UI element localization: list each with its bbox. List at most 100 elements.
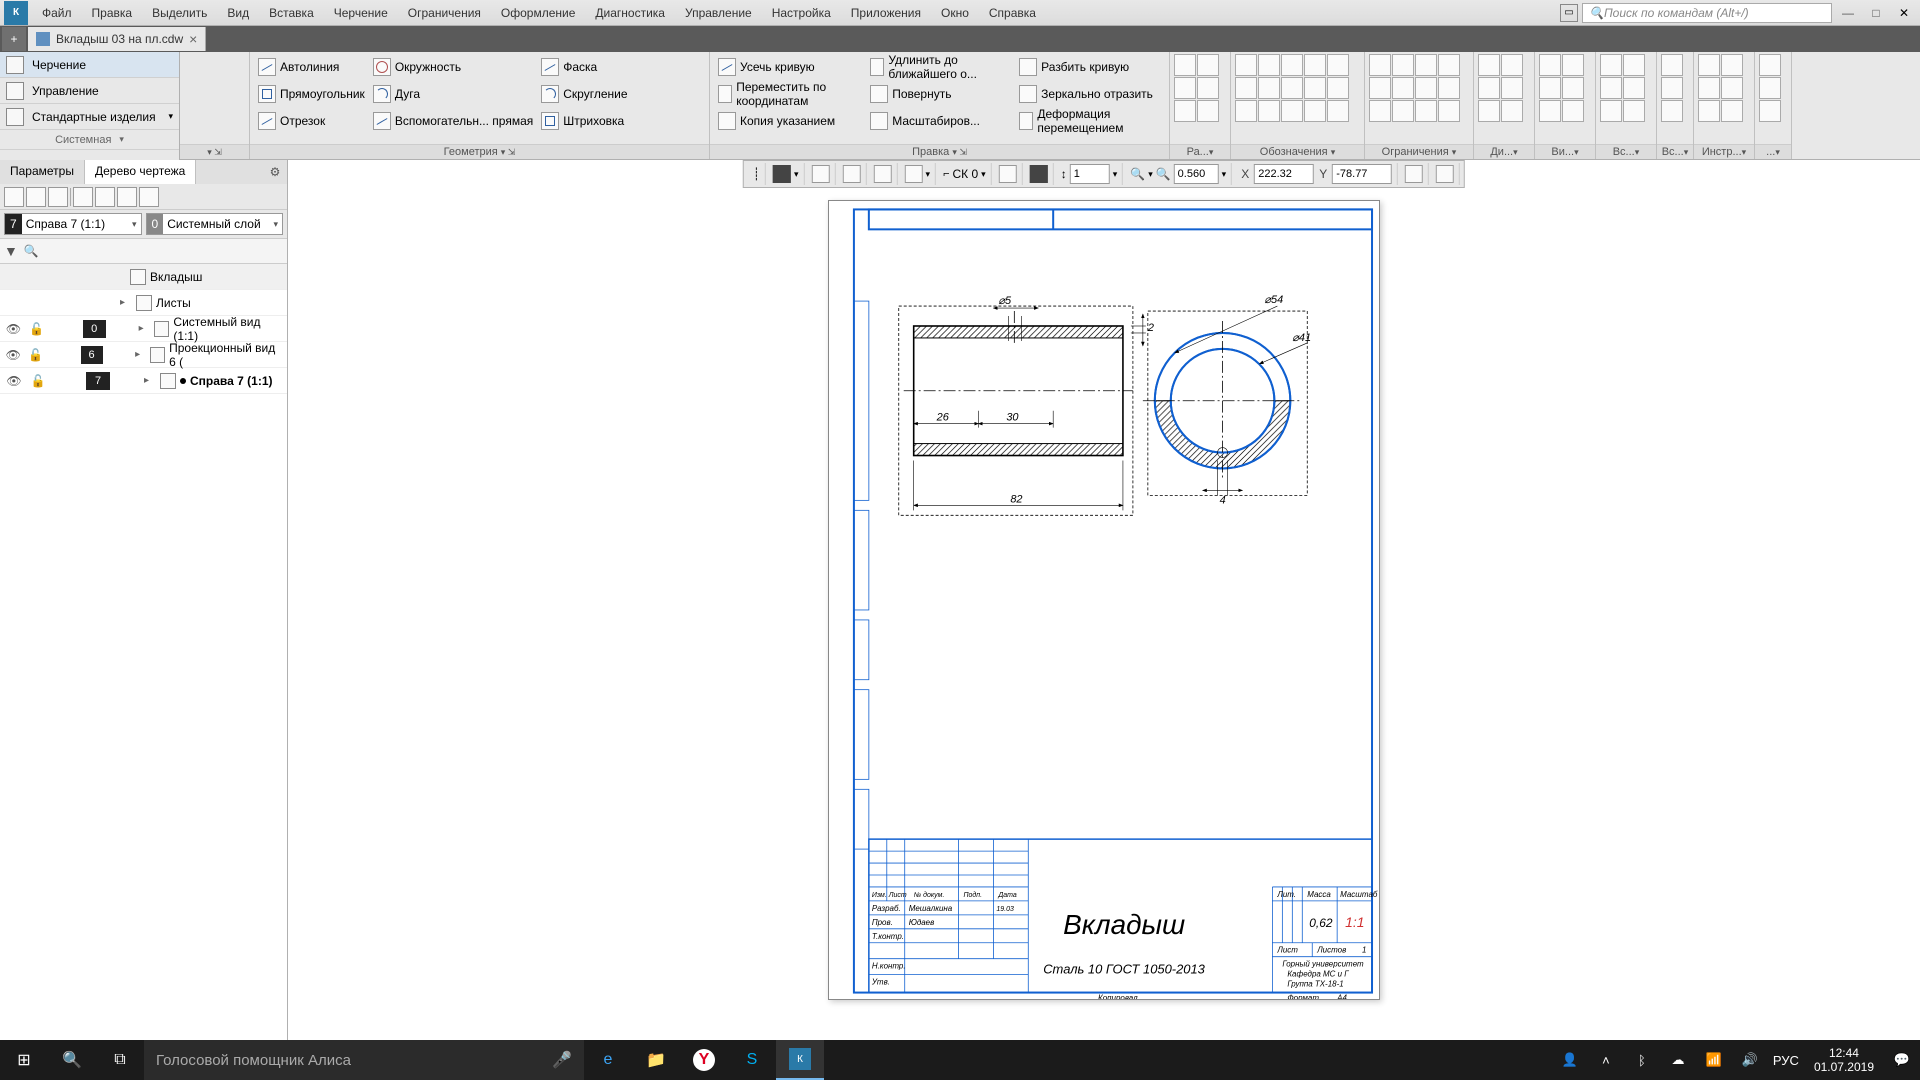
ribbon-file-label[interactable]: ▾ ⇲ <box>180 144 249 159</box>
menu-window[interactable]: Окно <box>931 2 979 24</box>
panel-tool-4[interactable] <box>73 187 93 207</box>
instr-tool[interactable] <box>1698 77 1720 99</box>
dim-tool[interactable] <box>1197 100 1219 122</box>
start-button[interactable]: ⊞ <box>0 1040 48 1080</box>
dim-tool[interactable] <box>1174 100 1196 122</box>
panel-settings-button[interactable]: ⚙ <box>263 160 287 184</box>
explorer-app[interactable]: 📁 <box>632 1040 680 1080</box>
language-indicator[interactable]: РУС <box>1768 1040 1804 1080</box>
ins2-tool[interactable] <box>1661 77 1683 99</box>
bluetooth-icon[interactable]: ᛒ <box>1624 1040 1660 1080</box>
edge-app[interactable]: e <box>584 1040 632 1080</box>
dim-tool[interactable] <box>1174 77 1196 99</box>
ribbon-small-label[interactable]: Вс...▾ <box>1657 144 1693 159</box>
diag-tool[interactable] <box>1501 100 1523 122</box>
ribbon-small-label[interactable]: Вс...▾ <box>1596 144 1656 159</box>
tree-view-row[interactable]: 👁 🔓 6 ▸ Проекционный вид 6 ( <box>0 342 287 368</box>
view-tool[interactable] <box>1562 77 1584 99</box>
view-tool[interactable] <box>1562 54 1584 76</box>
visibility-toggle[interactable]: 👁 <box>4 374 24 388</box>
last-tool[interactable] <box>1759 100 1781 122</box>
print-button[interactable] <box>210 80 234 104</box>
tool-segment[interactable]: Отрезок <box>254 108 369 134</box>
constr-tool[interactable] <box>1438 54 1460 76</box>
menu-view[interactable]: Вид <box>217 2 259 24</box>
ins-tool[interactable] <box>1600 100 1622 122</box>
clock[interactable]: 12:44 01.07.2019 <box>1804 1046 1884 1074</box>
dim-tool[interactable] <box>1174 54 1196 76</box>
constr-tool[interactable] <box>1438 100 1460 122</box>
annot-tool[interactable] <box>1235 77 1257 99</box>
ct-tool1[interactable] <box>807 163 836 185</box>
annot-tool[interactable] <box>1258 77 1280 99</box>
instr-tool[interactable] <box>1721 100 1743 122</box>
preview-button[interactable] <box>184 106 208 130</box>
yandex-app[interactable]: Y <box>680 1040 728 1080</box>
diag-tool[interactable] <box>1478 77 1500 99</box>
tool-rotate[interactable]: Повернуть <box>866 81 1015 107</box>
dim-tool[interactable] <box>1197 77 1219 99</box>
ribbon-geometry-label[interactable]: Геометрия ▾ ⇲ <box>250 144 709 159</box>
tool-extend[interactable]: Удлинить до ближайшего о... <box>866 54 1015 80</box>
tool-chamfer[interactable]: Фаска <box>537 54 631 80</box>
tool-hatch[interactable]: Штриховка <box>537 108 631 134</box>
view-tool[interactable] <box>1562 100 1584 122</box>
panel-tool-3[interactable] <box>48 187 68 207</box>
ct-ortho[interactable] <box>994 163 1023 185</box>
tool-trim[interactable]: Усечь кривую <box>714 54 866 80</box>
save-button[interactable] <box>184 80 208 104</box>
view-selector[interactable]: 7 Справа 7 (1:1) ▾ <box>4 213 142 235</box>
instr-tool[interactable] <box>1698 54 1720 76</box>
tab-parameters[interactable]: Параметры <box>0 160 85 184</box>
constr-tool[interactable] <box>1415 54 1437 76</box>
annot-tool[interactable] <box>1281 54 1303 76</box>
tool-move[interactable]: Переместить по координатам <box>714 81 866 107</box>
search-button[interactable]: 🔍 <box>48 1040 96 1080</box>
ribbon-annot-label[interactable]: Обозначения ▾ <box>1231 144 1364 159</box>
ins-tool[interactable] <box>1623 54 1645 76</box>
ribbon-small-label[interactable]: Ди...▾ <box>1474 144 1534 159</box>
ct-cs[interactable]: ⌐СК 0▾ <box>938 163 992 185</box>
new-tab-button[interactable]: + <box>2 27 26 51</box>
ins-tool[interactable] <box>1600 77 1622 99</box>
lock-toggle[interactable]: 🔓 <box>27 322 46 336</box>
annot-tool[interactable] <box>1235 100 1257 122</box>
ins-tool[interactable] <box>1623 100 1645 122</box>
annot-tool[interactable] <box>1304 54 1326 76</box>
constr-tool[interactable] <box>1392 77 1414 99</box>
instr-tool[interactable] <box>1721 77 1743 99</box>
skype-app[interactable]: S <box>728 1040 776 1080</box>
visibility-toggle[interactable]: 👁 <box>4 348 22 362</box>
menu-settings[interactable]: Настройка <box>762 2 841 24</box>
constr-tool[interactable] <box>1369 77 1391 99</box>
tool-scale[interactable]: Масштабиров... <box>866 108 1015 134</box>
mode-footer[interactable]: Системная ▾ <box>0 130 179 150</box>
menu-draft[interactable]: Черчение <box>324 2 398 24</box>
layer-selector[interactable]: 0 Системный слой ▾ <box>146 213 284 235</box>
new-doc-button[interactable] <box>184 54 208 78</box>
annot-tool[interactable] <box>1327 54 1349 76</box>
menu-apps[interactable]: Приложения <box>841 2 931 24</box>
last-tool[interactable] <box>1759 54 1781 76</box>
menu-constraints[interactable]: Ограничения <box>398 2 491 24</box>
menu-help[interactable]: Справка <box>979 2 1046 24</box>
annot-tool[interactable] <box>1304 77 1326 99</box>
volume-icon[interactable]: 🔊 <box>1732 1040 1768 1080</box>
mode-drafting[interactable]: Черчение <box>0 52 179 78</box>
ribbon-small-label[interactable]: Инстр...▾ <box>1694 144 1754 159</box>
taskview-button[interactable]: ⧉ <box>96 1040 144 1080</box>
minimize-button[interactable]: — <box>1836 3 1860 23</box>
constr-tool[interactable] <box>1392 100 1414 122</box>
panel-tool-5[interactable] <box>95 187 115 207</box>
ct-zoom[interactable]: 🔍▾🔍▾ <box>1125 163 1232 185</box>
annot-tool[interactable] <box>1281 77 1303 99</box>
maximize-button[interactable]: □ <box>1864 3 1888 23</box>
tool-autoline[interactable]: Автолиния <box>254 54 369 80</box>
annot-tool[interactable] <box>1258 54 1280 76</box>
ribbon-constr-label[interactable]: Ограничения ▾ <box>1365 144 1473 159</box>
annot-tool[interactable] <box>1327 100 1349 122</box>
tool-mirror[interactable]: Зеркально отразить <box>1015 81 1165 107</box>
view-tool[interactable] <box>1539 54 1561 76</box>
menu-diag[interactable]: Диагностика <box>585 2 675 24</box>
ribbon-small-label[interactable]: Ви...▾ <box>1535 144 1595 159</box>
